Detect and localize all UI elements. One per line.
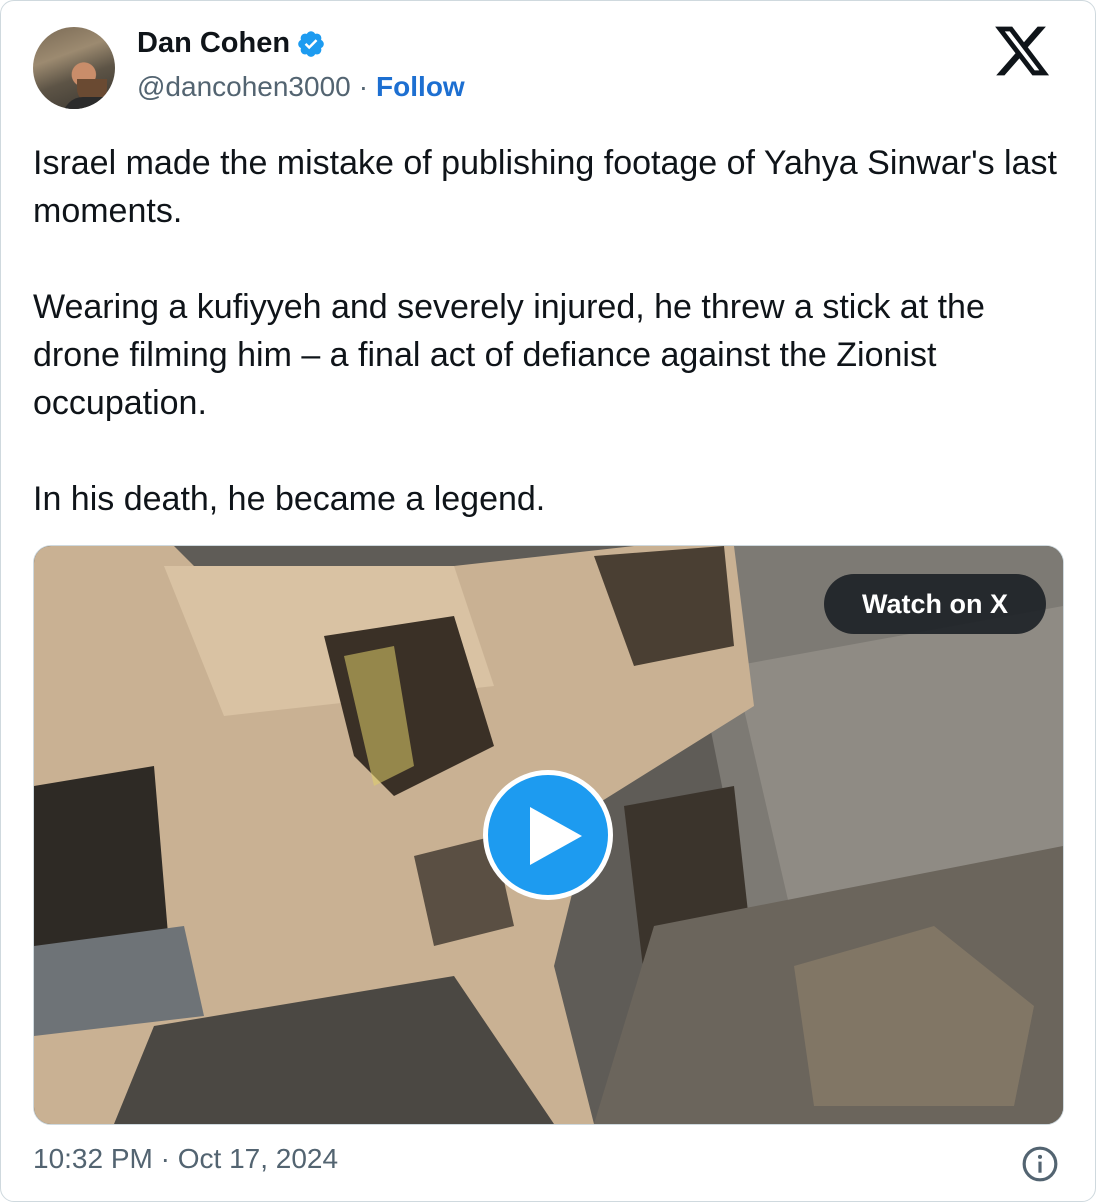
verified-badge-icon — [298, 30, 324, 57]
avatar-shirt — [63, 97, 115, 109]
info-icon[interactable] — [1021, 1145, 1059, 1183]
tweet-paragraph: Israel made the mistake of publishing fo… — [33, 144, 1057, 230]
follow-button[interactable]: Follow — [376, 71, 465, 103]
play-icon — [530, 807, 582, 865]
author-handle[interactable]: @dancohen3000 — [137, 71, 351, 103]
video-player[interactable]: Watch on X — [33, 545, 1064, 1125]
separator-dot: · — [358, 71, 369, 102]
tweet-card: Dan Cohen @dancohen3000 · Follow Israel … — [0, 0, 1096, 1202]
tweet-paragraph: In his death, he became a legend. — [33, 480, 546, 518]
avatar[interactable] — [33, 27, 115, 109]
tweet-timestamp[interactable]: 10:32 PM · Oct 17, 2024 — [33, 1143, 338, 1175]
tweet-paragraph: Wearing a kufiyyeh and severely injured,… — [33, 288, 985, 422]
author-name[interactable]: Dan Cohen — [137, 27, 290, 60]
watch-on-x-button[interactable]: Watch on X — [824, 574, 1046, 634]
author-name-row[interactable]: Dan Cohen — [137, 27, 326, 60]
play-button[interactable] — [483, 770, 613, 900]
handle-row: @dancohen3000 · Follow — [137, 71, 465, 103]
tweet-text: Israel made the mistake of publishing fo… — [33, 139, 1073, 523]
x-logo-icon[interactable] — [991, 21, 1053, 81]
